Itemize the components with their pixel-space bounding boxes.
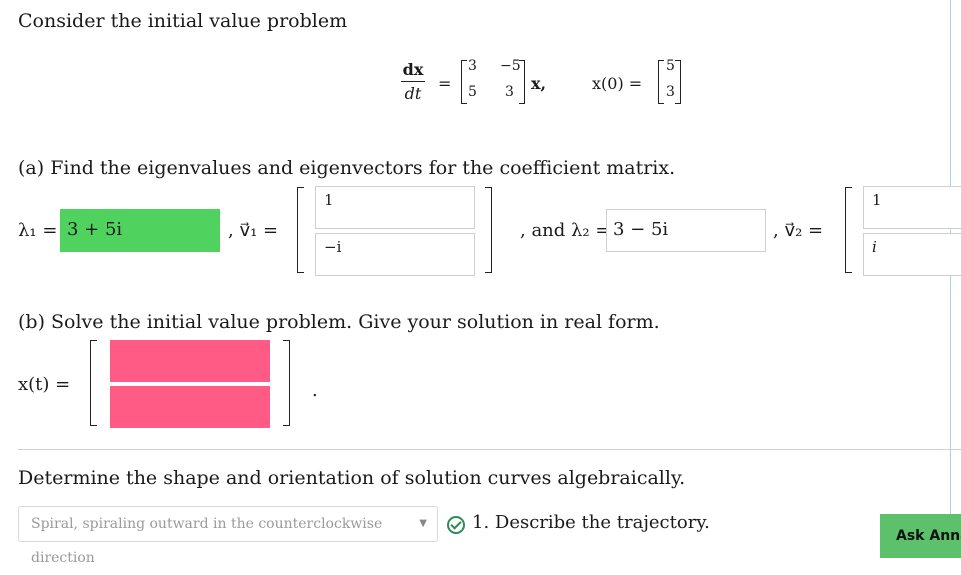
x-entry-bottom[interactable] [110,386,270,428]
fraction-bar [401,81,425,82]
lambda2-label: , and λ₂ = [520,220,611,241]
chevron-down-icon: ▼ [419,518,427,529]
x-entry-top[interactable] [110,340,270,382]
matrix-cell: 3 [468,58,477,74]
v1-left-bracket [297,187,304,273]
v2-entry-top[interactable]: 1 [863,186,961,229]
derivative-fraction: dx dt [398,60,428,103]
ic-right-bracket [675,60,681,104]
v2-entry-bottom[interactable]: i [863,233,961,276]
lambda2-input[interactable]: 3 − 5i [606,209,766,252]
part-b-prompt: (b) Solve the initial value problem. Giv… [18,311,660,333]
v1-right-bracket [485,187,492,273]
trajectory-select[interactable]: Spiral, spiraling outward in the counter… [18,506,438,566]
x-left-bracket [90,340,97,426]
lambda1-label: λ₁ = [18,220,58,241]
describe-trajectory-label: 1. Describe the trajectory. [472,512,710,533]
x-right-bracket [283,340,290,426]
initial-condition-label: x(0) = [592,74,643,93]
lambda1-input[interactable]: 3 + 5i [60,209,220,252]
x-of-t-label: x(t) = [18,374,71,395]
derivative-numerator: dx [402,60,424,79]
x-vector-symbol: x, [531,74,547,93]
matrix-left-bracket [461,60,467,104]
right-guide-line [950,0,951,558]
matrix-right-bracket [519,60,525,104]
describe-trajectory-text: 1. Describe the trajectory. [472,512,710,533]
derivative-denominator: dt [404,84,422,103]
part-a-prompt: (a) Find the eigenvalues and eigenvector… [18,157,676,179]
ic-cell: 3 [666,84,675,100]
v2-left-bracket [845,187,852,273]
matrix-cell: 5 [468,84,477,100]
v1-label: , v⃗₁ = [228,220,279,241]
equals-sign: = [438,74,452,93]
matrix-cell: −5 [500,58,521,74]
ask-anna-button[interactable]: Ask Anna [880,514,961,558]
matrix-cell: 3 [505,84,514,100]
v2-label: , v⃗₂ = [773,220,824,241]
ic-left-bracket [658,60,664,104]
intro-text: Consider the initial value problem [18,10,348,32]
v1-entry-top[interactable]: 1 [315,186,475,229]
section-divider [18,449,961,450]
v1-entry-bottom[interactable]: −i [315,233,475,276]
check-circle-icon [447,516,465,534]
period: . [312,380,318,401]
trajectory-select-value: Spiral, spiraling outward in the counter… [31,516,383,566]
part-c-prompt: Determine the shape and orientation of s… [18,467,686,489]
ic-cell: 5 [666,58,675,74]
